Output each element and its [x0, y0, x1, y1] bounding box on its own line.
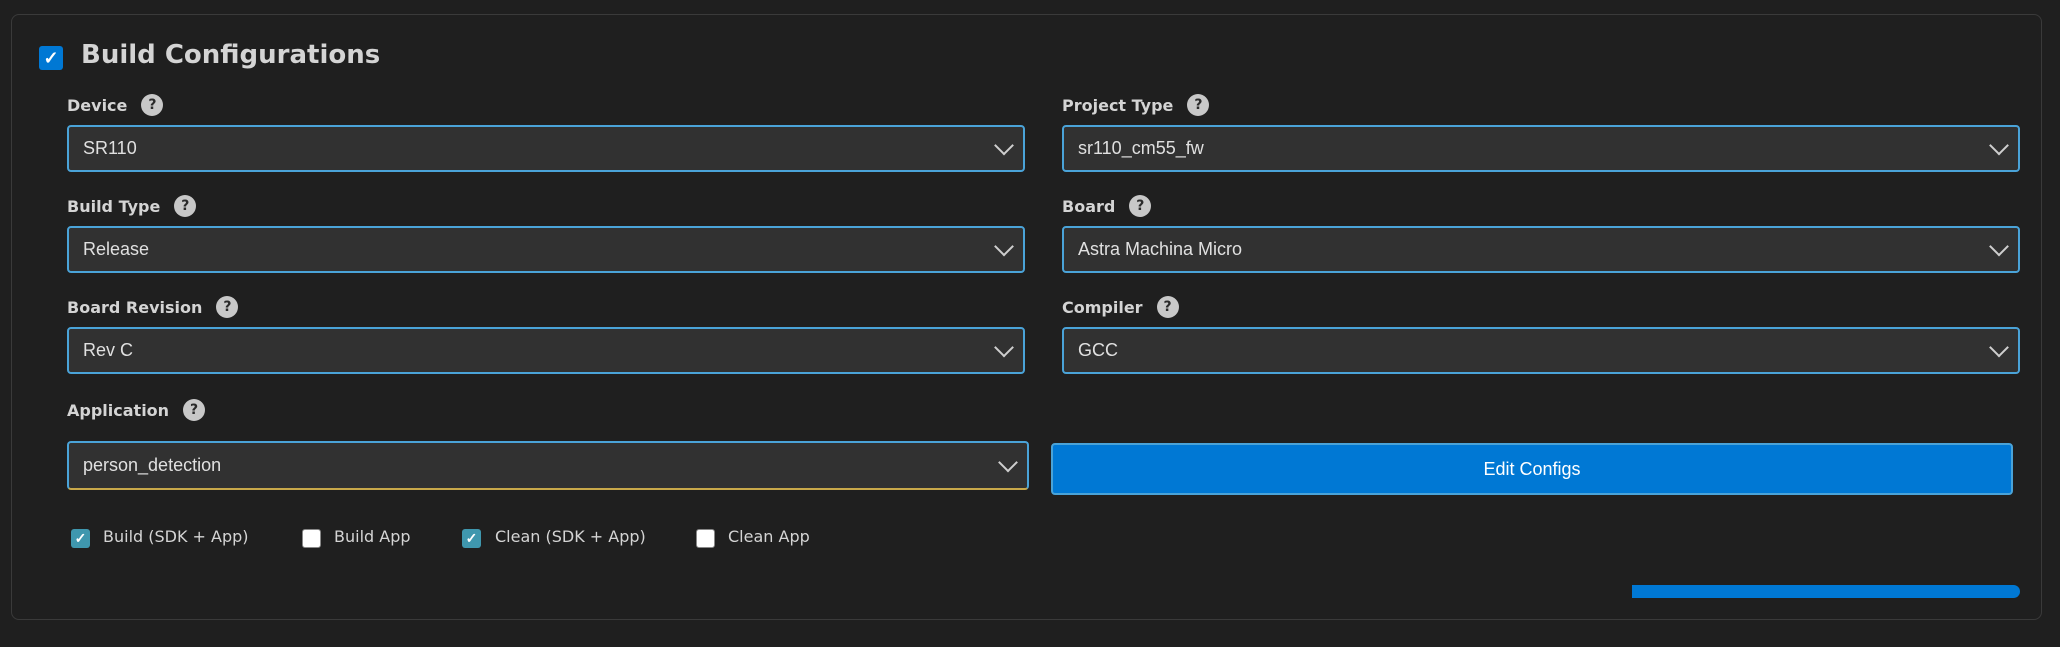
chevron-down-icon: [994, 135, 1014, 155]
compiler-value: GCC: [1078, 340, 1118, 360]
application-select[interactable]: person_detection: [67, 441, 1029, 490]
check-icon: ✓: [74, 530, 87, 546]
help-icon[interactable]: ?: [1187, 94, 1210, 116]
application-label-text: Application: [67, 400, 170, 420]
clean-sdk-app-checkbox[interactable]: ✓: [462, 529, 481, 548]
board-label: Board?: [1062, 195, 1152, 217]
application-label: Application?: [67, 399, 206, 421]
project-type-value: sr110_cm55_fw: [1078, 138, 1204, 158]
check-icon: ✓: [465, 530, 478, 546]
enable-build-configurations-checkbox[interactable]: ✓: [39, 46, 63, 70]
help-icon[interactable]: ?: [216, 296, 239, 318]
build-type-label-text: Build Type: [67, 196, 161, 216]
board-select[interactable]: Astra Machina Micro: [1062, 226, 2020, 273]
device-label: Device?: [67, 94, 164, 116]
device-label-text: Device: [67, 95, 128, 115]
project-type-label-text: Project Type: [1062, 95, 1174, 115]
section-title: Build Configurations: [81, 40, 381, 70]
project-type-label: Project Type?: [1062, 94, 1210, 116]
build-app-checkbox[interactable]: [302, 529, 321, 548]
application-value: person_detection: [83, 455, 222, 475]
clean-sdk-app-label[interactable]: Clean (SDK + App): [495, 527, 646, 546]
compiler-label-text: Compiler: [1062, 297, 1143, 317]
chevron-down-icon: [998, 452, 1018, 472]
help-icon[interactable]: ?: [141, 94, 164, 116]
device-select[interactable]: SR110: [67, 125, 1025, 172]
chevron-down-icon: [994, 236, 1014, 256]
board-label-text: Board: [1062, 196, 1116, 216]
clean-app-label[interactable]: Clean App: [728, 527, 810, 546]
clean-app-checkbox[interactable]: [696, 529, 715, 548]
help-icon[interactable]: ?: [174, 195, 197, 217]
build-type-value: Release: [83, 239, 150, 259]
chevron-down-icon: [1989, 236, 2009, 256]
help-icon[interactable]: ?: [183, 399, 206, 421]
compiler-label: Compiler?: [1062, 296, 1179, 318]
chevron-down-icon: [994, 337, 1014, 357]
build-type-label: Build Type?: [67, 195, 197, 217]
board-revision-label: Board Revision?: [67, 296, 239, 318]
build-sdk-app-label[interactable]: Build (SDK + App): [103, 527, 249, 546]
chevron-down-icon: [1989, 337, 2009, 357]
build-sdk-app-checkbox[interactable]: ✓: [71, 529, 90, 548]
board-value: Astra Machina Micro: [1078, 239, 1243, 259]
board-revision-select[interactable]: Rev C: [67, 327, 1025, 374]
edit-configs-button[interactable]: Edit Configs: [1051, 443, 2013, 495]
build-progress-bar: [1632, 585, 2020, 598]
help-icon[interactable]: ?: [1156, 296, 1179, 318]
chevron-down-icon: [1989, 135, 2009, 155]
compiler-select[interactable]: GCC: [1062, 327, 2020, 374]
device-value: SR110: [83, 138, 137, 158]
check-icon: ✓: [43, 47, 59, 68]
build-type-select[interactable]: Release: [67, 226, 1025, 273]
project-type-select[interactable]: sr110_cm55_fw: [1062, 125, 2020, 172]
build-app-label[interactable]: Build App: [334, 527, 411, 546]
help-icon[interactable]: ?: [1129, 195, 1152, 217]
board-revision-label-text: Board Revision: [67, 297, 203, 317]
progress-fill: [1632, 585, 2020, 598]
board-revision-value: Rev C: [83, 340, 134, 360]
